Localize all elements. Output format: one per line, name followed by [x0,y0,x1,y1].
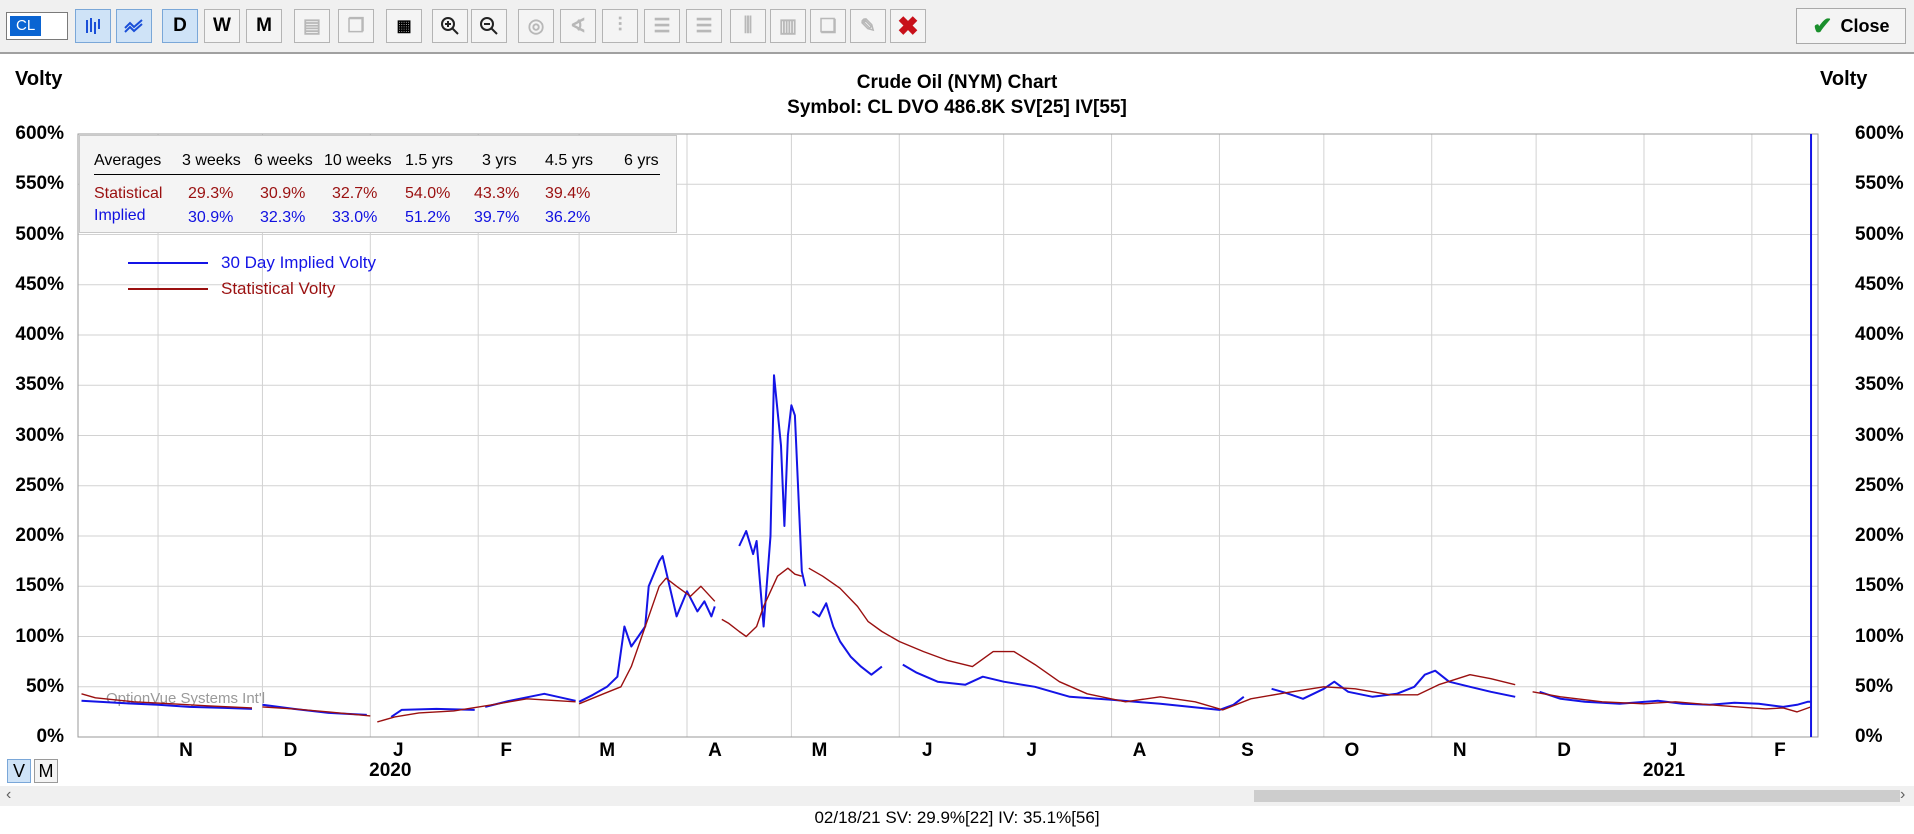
scroll-right-icon[interactable]: › [1900,786,1905,804]
scroll-left-icon[interactable]: ‹ [6,786,11,804]
legend-label: 30 Day Implied Volty [221,253,376,272]
series-group [81,374,1812,723]
avg-implied-label: Implied [94,207,146,224]
avg-implied-value: 33.0% [332,209,378,226]
avg-header-3y: 3 yrs [482,152,517,169]
series-line-segment [1532,691,1812,713]
volty-view-button[interactable]: V [7,759,31,783]
avg-statistical-value: 32.7% [332,185,378,202]
plot-area: OptionVue Systems Int'l [77,133,1819,738]
scrollbar-thumb[interactable] [1254,790,1900,802]
legend-swatch [128,262,208,264]
avg-implied-value: 39.7% [474,209,520,226]
implied-volty-series [81,374,1811,718]
avg-header-6y: 6 yrs [624,152,659,169]
legend-label: Statistical Volty [221,279,336,298]
statistical-volty-series [81,567,1812,723]
avg-statistical-value: 29.3% [188,185,234,202]
m-view-button[interactable]: M [34,759,58,783]
avg-header-1-5y: 1.5 yrs [405,152,454,169]
series-line-segment [262,706,371,717]
avg-statistical-value: 30.9% [260,185,306,202]
avg-implied-value: 30.9% [188,209,234,226]
series-line-segment [578,555,716,703]
m-view-label: M [38,760,54,781]
avg-header-10w: 10 weeks [324,152,392,169]
status-line: 02/18/21 SV: 29.9%[22] IV: 35.1%[56] [814,808,1100,827]
series-line-segment [811,602,883,676]
avg-statistical-value: 54.0% [405,185,451,202]
avg-implied-value: 36.2% [545,209,591,226]
avg-implied-value: 51.2% [405,209,451,226]
horizontal-scrollbar[interactable]: ‹ › [0,786,1914,806]
avg-implied-value: 32.3% [260,209,306,226]
avg-statistical-label: Statistical [94,185,163,202]
volty-view-label: V [12,760,25,781]
avg-header-label: Averages [94,152,162,169]
avg-header-6w: 6 weeks [254,152,313,169]
averages-table: Averages 3 weeks 6 weeks 10 weeks 1.5 yr… [79,135,677,233]
avg-statistical-value: 43.3% [474,185,520,202]
avg-header-4-5y: 4.5 yrs [545,152,594,169]
avg-divider [94,174,660,175]
avg-header-3w: 3 weeks [182,152,241,169]
legend-swatch [128,288,208,290]
avg-statistical-value: 39.4% [545,185,591,202]
